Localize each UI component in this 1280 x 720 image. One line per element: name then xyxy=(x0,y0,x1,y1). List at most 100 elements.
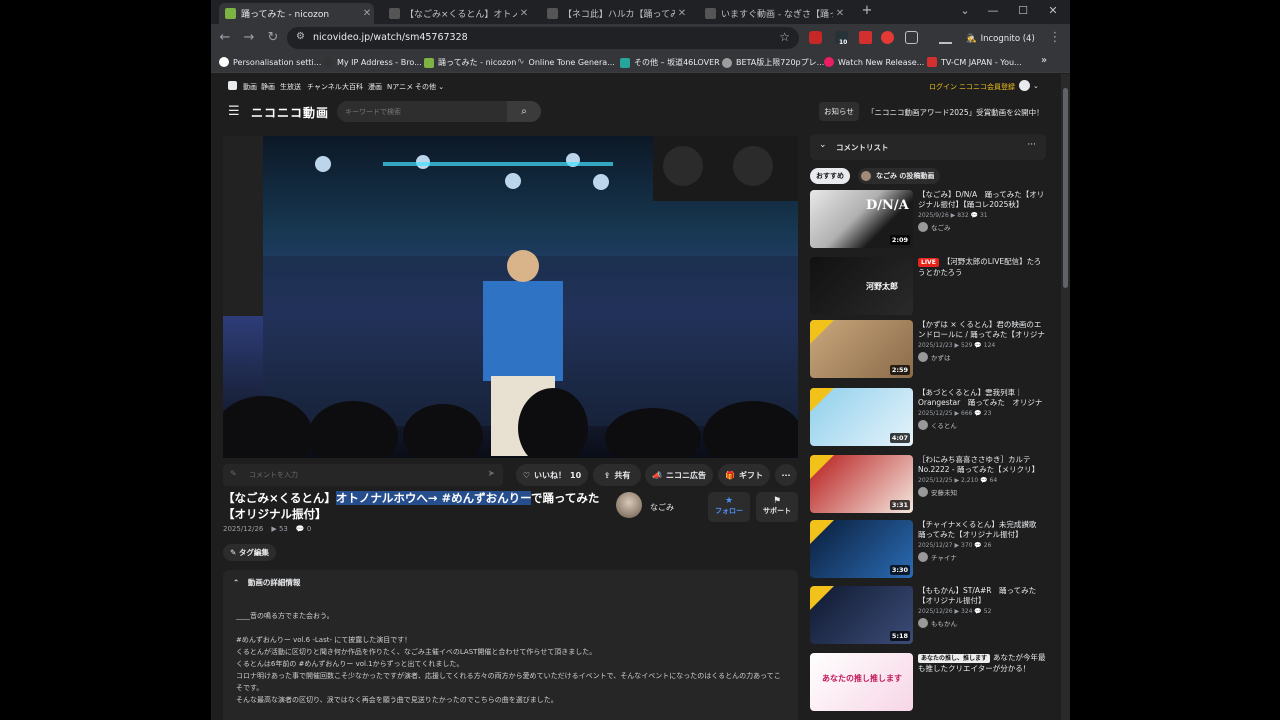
bookmark-item[interactable]: Watch New Release... xyxy=(824,57,924,67)
nav-manga[interactable]: 漫画 xyxy=(368,82,382,92)
menu-kebab-icon[interactable]: ⋮ xyxy=(1047,30,1063,45)
close-icon[interactable]: ✕ xyxy=(675,8,689,19)
search-input[interactable]: キーワードで検索 xyxy=(345,107,401,117)
login-link[interactable]: ログイン xyxy=(929,82,957,92)
niconico-logo-icon[interactable] xyxy=(228,81,237,90)
video-thumbnail[interactable]: 5:18 xyxy=(810,586,913,644)
send-icon[interactable]: ➤ xyxy=(487,469,495,479)
recommended-video[interactable]: あなたの推し推します あなたの推し、推します あなたが今年最も推したクリエイターが分… xyxy=(810,653,1050,715)
like-button[interactable]: ♡ いいね！ 10 xyxy=(516,464,588,486)
address-bar[interactable]: ⚙ nicovideo.jp/watch/sm45767328 ☆ xyxy=(287,27,799,49)
tab-video-3[interactable]: いますぐ動画 - なぎさ【踊ってみた】 ✕ xyxy=(699,3,847,24)
maximize-icon[interactable]: ☐ xyxy=(1013,4,1033,17)
recommended-author[interactable]: チャイナ xyxy=(918,552,957,562)
tab-video-2[interactable]: 【ネコ此】ハルカ【踊ってみた】 - ニコニ ✕ xyxy=(541,3,689,24)
bookmarks-overflow-icon[interactable]: » xyxy=(1041,55,1047,66)
extension-red-icon[interactable] xyxy=(809,31,822,44)
more-options-icon[interactable]: ··· xyxy=(1027,140,1036,150)
hamburger-menu-icon[interactable]: ☰ xyxy=(228,104,240,119)
window-close-icon[interactable]: ✕ xyxy=(1043,4,1063,17)
tab-search-icon[interactable]: ⌄ xyxy=(955,4,975,17)
follow-button[interactable]: ★ フォロー xyxy=(708,492,750,522)
minimize-icon[interactable]: — xyxy=(983,4,1003,17)
recommended-author[interactable]: くるとん xyxy=(918,420,957,430)
video-thumbnail[interactable]: 2:59 xyxy=(810,320,913,378)
video-player[interactable] xyxy=(223,136,798,458)
recommended-title[interactable]: 【あづとくるとん】雲我列車｜Orangestar 踊ってみた オリジナル xyxy=(918,388,1048,408)
tab-video-1[interactable]: 【なごみ×くるとん】オトノナルホウ ✕ xyxy=(383,3,531,24)
recommended-author[interactable]: 安藤未知 xyxy=(918,487,957,497)
video-thumbnail[interactable]: 3:30 xyxy=(810,520,913,578)
recommended-video[interactable]: D/N/A 2:09 【なごみ】D/N/A 踊ってみた【オリジナル振付】【踊コレ20… xyxy=(810,190,1050,252)
recommended-title[interactable]: 【チャイナ×くるとん】未完成讃歌 踊ってみた【オリジナル振付】 xyxy=(918,520,1048,540)
bookmark-item[interactable]: 踊ってみた - nicozon xyxy=(424,57,516,68)
recommended-author[interactable]: ももかん xyxy=(918,618,957,628)
blocker-extension-icon[interactable] xyxy=(881,31,894,44)
back-icon[interactable]: ← xyxy=(217,30,233,45)
incognito-indicator[interactable]: 🕵 Incognito (4) xyxy=(966,30,1035,47)
close-icon[interactable]: ✕ xyxy=(517,8,531,19)
video-thumbnail[interactable]: D/N/A 2:09 xyxy=(810,190,913,248)
register-link[interactable]: ニコニコ会員登録 xyxy=(959,82,1015,92)
recommended-video[interactable]: 4:07 【あづとくるとん】雲我列車｜Orangestar 踊ってみた オリジナル… xyxy=(810,388,1050,450)
share-button[interactable]: ⇪ 共有 xyxy=(593,464,641,486)
nav-dic[interactable]: 大百科 xyxy=(342,82,363,92)
search-box[interactable]: キーワードで検索 ⌕ xyxy=(337,101,541,122)
bookmark-item[interactable]: その他 – 坂道46LOVER xyxy=(620,57,720,68)
chevron-down-icon[interactable]: ⌄ xyxy=(819,140,827,150)
recommended-title[interactable]: ［わにみち喜喜ささゆき］カルテNo.2222 - 踊ってみた【メリクリ】 xyxy=(918,455,1048,475)
forward-icon[interactable]: → xyxy=(241,30,257,45)
recommended-author[interactable]: かずは xyxy=(918,352,951,362)
recommended-video[interactable]: 5:18 【ももかん】ST/A#R 踊ってみた【オリジナル振付】 2025/12/2… xyxy=(810,586,1050,648)
recommended-video[interactable]: 3:31 ［わにみち喜喜ささゆき］カルテNo.2222 - 踊ってみた【メリクリ】… xyxy=(810,455,1050,517)
owner-name[interactable]: なごみ xyxy=(650,502,674,513)
recommended-title[interactable]: 【なごみ】D/N/A 踊ってみた【オリジナル振付】【踊コレ2025秋】 xyxy=(918,190,1048,210)
url-text[interactable]: nicovideo.jp/watch/sm45767328 xyxy=(313,32,468,43)
video-thumbnail[interactable]: 4:07 xyxy=(810,388,913,446)
chevron-down-icon[interactable]: ⌄ xyxy=(1033,82,1039,90)
youtube-extension-icon[interactable] xyxy=(859,31,872,44)
tab-nicozon[interactable]: 踊ってみた - nicozon ✕ xyxy=(219,3,374,24)
nav-seiga[interactable]: 静画 xyxy=(261,82,275,92)
recommended-title[interactable]: LIVE 【河野太郎のLIVE配信】たろうとかたろう xyxy=(918,257,1048,277)
recommended-author[interactable]: なごみ xyxy=(918,222,951,232)
nav-channel[interactable]: チャンネル xyxy=(307,82,342,92)
close-icon[interactable]: ✕ xyxy=(833,8,847,19)
niconico-logo[interactable]: ニコニコ動画 xyxy=(251,104,329,121)
recommend-chip[interactable]: おすすめ xyxy=(810,168,850,184)
recommended-video[interactable]: 河野太郎 LIVE 【河野太郎のLIVE配信】たろうとかたろう xyxy=(810,257,1050,319)
gift-button[interactable]: 🎁 ギフト xyxy=(718,464,770,486)
reload-icon[interactable]: ↻ xyxy=(265,30,281,45)
video-thumbnail[interactable]: あなたの推し推します xyxy=(810,653,913,711)
nav-live[interactable]: 生放送 xyxy=(280,82,301,92)
nav-douga[interactable]: 動画 xyxy=(243,82,257,92)
details-toggle[interactable]: ⌃ 動画の詳細情報 xyxy=(233,577,300,588)
recommended-video[interactable]: 2:59 【かずは × くるとん】君の映画のエンドロールに / 踊ってみた【オリジ… xyxy=(810,320,1050,382)
video-thumbnail[interactable]: 河野太郎 xyxy=(810,257,913,315)
site-info-icon[interactable]: ⚙ xyxy=(296,31,305,42)
bookmark-item[interactable]: ∿ Online Tone Genera... xyxy=(517,57,615,67)
bookmark-item[interactable]: My IP Address - Bro... xyxy=(323,57,422,67)
reading-list-icon[interactable] xyxy=(939,31,952,44)
recommended-title[interactable]: 【ももかん】ST/A#R 踊ってみた【オリジナル振付】 xyxy=(918,586,1048,606)
user-avatar[interactable] xyxy=(1019,80,1030,91)
recommended-title[interactable]: あなたの推し、推します あなたが今年最も推したクリエイターが分かる！ xyxy=(918,653,1048,673)
notice-button[interactable]: お知らせ xyxy=(819,102,859,121)
extensions-puzzle-icon[interactable] xyxy=(905,31,918,44)
owner-avatar[interactable] xyxy=(616,492,642,518)
nav-anime[interactable]: Nアニメ xyxy=(387,82,413,92)
comment-input[interactable]: ✎ コメントを入力 ➤ xyxy=(223,464,503,486)
bookmark-item[interactable]: Personalisation setti... xyxy=(219,57,321,67)
nicoad-button[interactable]: 📣 ニコニ広告 xyxy=(645,464,713,486)
new-tab-button[interactable]: + xyxy=(857,3,877,18)
support-button[interactable]: ⚑ サポート xyxy=(756,492,798,522)
more-button[interactable]: ··· xyxy=(775,464,797,486)
bookmark-item[interactable]: BETA版上限720pプレ... xyxy=(722,57,824,68)
bookmark-star-icon[interactable]: ☆ xyxy=(779,30,790,44)
video-thumbnail[interactable]: 3:31 xyxy=(810,455,913,513)
search-icon[interactable]: ⌕ xyxy=(507,101,541,122)
close-icon[interactable]: ✕ xyxy=(360,8,374,19)
recommended-video[interactable]: 3:30 【チャイナ×くるとん】未完成讃歌 踊ってみた【オリジナル振付】 2025/… xyxy=(810,520,1050,582)
page-scrollbar[interactable] xyxy=(1061,74,1070,720)
recommended-title[interactable]: 【かずは × くるとん】君の映画のエンドロールに / 踊ってみた【オリジナル振付… xyxy=(918,320,1048,340)
